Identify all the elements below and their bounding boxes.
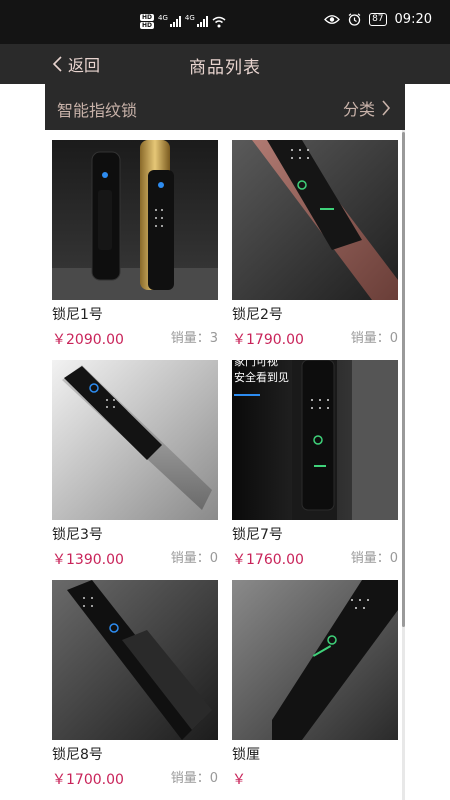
product-name: 锁尼1号	[52, 307, 103, 323]
clock: 09:20	[394, 12, 432, 27]
product-price: ￥1390.00	[52, 552, 124, 568]
product-sales: 销量：0	[350, 331, 398, 346]
product-sales: 销量：3	[170, 331, 218, 346]
category-bar: 智能指纹锁 分类	[45, 84, 405, 130]
product-card-2[interactable]: 锁尼2号 ￥1790.00 销量：0	[232, 140, 398, 355]
chevron-right-icon	[382, 100, 391, 116]
hd-voice-icon: HD HD	[140, 14, 155, 29]
product-name: 锁尼7号	[232, 527, 283, 543]
category-button[interactable]: 分类	[343, 96, 391, 120]
product-price: ￥1760.00	[232, 552, 304, 568]
system-indicators: 87 09:20	[324, 12, 432, 27]
signal-icon	[169, 16, 181, 27]
signal-icon-2	[196, 16, 208, 27]
category-button-label: 分类	[342, 100, 375, 119]
product-price: ￥2090.00	[52, 332, 124, 348]
product-sales: 销量：0	[350, 551, 398, 566]
product-image-1	[52, 140, 218, 300]
promo-line-2: 安全看到见	[234, 371, 289, 384]
product-image-3	[52, 360, 218, 520]
network-indicators: HD HD 4G 4G	[140, 14, 226, 29]
product-card-6[interactable]: 锁厘 ￥	[232, 580, 398, 795]
product-name: 锁厘	[232, 747, 260, 763]
product-image-4: 家门可视 安全看到见	[232, 360, 398, 520]
hd-label-bottom: HD	[140, 22, 155, 29]
status-bar: HD HD 4G 4G 87 09:20	[0, 0, 450, 44]
product-image-5	[52, 580, 218, 740]
promo-accent-line	[234, 394, 260, 396]
hd-label-top: HD	[140, 14, 155, 21]
product-name: 锁尼3号	[52, 527, 103, 543]
network-type-label-2: 4G	[184, 14, 195, 22]
network-type-label: 4G	[158, 14, 168, 22]
promo-overlay: 家门可视 安全看到见	[234, 360, 289, 386]
product-name: 锁尼2号	[232, 307, 283, 323]
product-card-4[interactable]: 家门可视 安全看到见 锁尼7号 ￥1760.00 销量：0	[232, 360, 398, 575]
battery-icon: 87	[369, 13, 387, 26]
category-title: 智能指纹锁	[57, 101, 138, 120]
product-sales: 销量：0	[170, 551, 218, 566]
promo-line-1: 家门可视	[234, 360, 278, 368]
page-title: 商品列表	[189, 58, 261, 78]
product-sales: 销量：0	[170, 771, 218, 786]
product-price: ￥1700.00	[52, 772, 124, 788]
product-card-1[interactable]: 锁尼1号 ￥2090.00 销量：3	[52, 140, 218, 355]
product-price: ￥1790.00	[232, 332, 304, 348]
alarm-icon	[348, 13, 361, 26]
product-image-2	[232, 140, 398, 300]
scrollbar-thumb[interactable]	[402, 132, 405, 627]
product-price: ￥	[232, 772, 246, 788]
product-image-6	[232, 580, 398, 740]
eye-icon	[324, 15, 340, 24]
product-card-3[interactable]: 锁尼3号 ￥1390.00 销量：0	[52, 360, 218, 575]
nav-bar: 返回 商品列表	[0, 44, 450, 84]
product-card-5[interactable]: 锁尼8号 ￥1700.00 销量：0	[52, 580, 218, 795]
wifi-icon	[212, 16, 226, 27]
product-name: 锁尼8号	[52, 747, 103, 763]
